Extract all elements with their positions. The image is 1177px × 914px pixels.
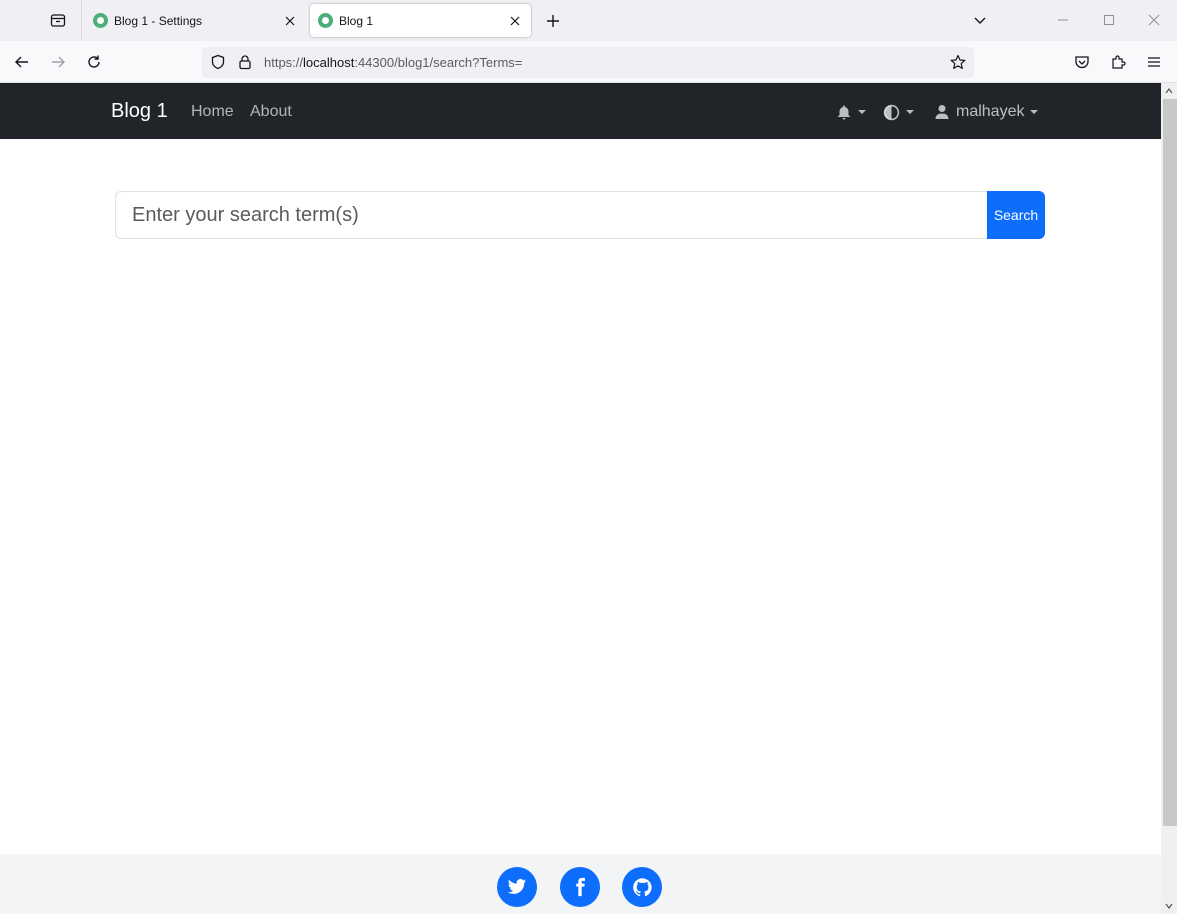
window-close-icon[interactable]: [1142, 8, 1166, 32]
hamburger-menu-icon[interactable]: [1141, 49, 1167, 75]
blog-favicon-icon: [318, 13, 333, 28]
notifications-dropdown[interactable]: [836, 101, 866, 123]
browser-tabstrip: Blog 1 - Settings Blog 1: [0, 0, 1177, 41]
maximize-icon[interactable]: [1097, 8, 1121, 32]
back-arrow-icon[interactable]: [9, 49, 35, 75]
brand-link[interactable]: Blog 1: [111, 100, 168, 123]
pocket-icon[interactable]: [1069, 49, 1095, 75]
contrast-icon: [883, 104, 900, 120]
user-name: malhayek: [956, 103, 1025, 120]
forward-arrow-icon[interactable]: [45, 49, 71, 75]
new-tab-plus-icon[interactable]: [541, 9, 565, 33]
tab-title: Blog 1: [339, 13, 374, 28]
extensions-icon[interactable]: [1105, 49, 1131, 75]
facebook-icon[interactable]: [560, 867, 600, 907]
tab-title: Blog 1 - Settings: [114, 13, 203, 28]
url-host: localhost: [303, 55, 355, 70]
tab-list-icon[interactable]: [44, 8, 72, 32]
bell-icon: [838, 105, 850, 120]
browser-tab-blog[interactable]: Blog 1: [310, 4, 531, 37]
nav-home-link[interactable]: Home: [191, 103, 234, 121]
page-footer: [0, 854, 1161, 914]
blog-favicon-icon: [93, 13, 108, 28]
scroll-up-arrow-icon[interactable]: [1161, 83, 1177, 99]
github-icon[interactable]: [622, 867, 662, 907]
search-form: Search: [115, 191, 1045, 239]
caret-down-icon: [906, 110, 914, 114]
tab-separator: [81, 0, 82, 41]
user-icon: [935, 105, 949, 119]
close-icon[interactable]: [503, 9, 527, 33]
caret-down-icon: [1030, 110, 1039, 114]
browser-toolbar: https://localhost:44300/blog1/search?Ter…: [0, 41, 1177, 83]
url-text[interactable]: https://localhost:44300/blog1/search?Ter…: [264, 55, 522, 70]
shield-icon[interactable]: [208, 52, 228, 72]
scroll-down-arrow-icon[interactable]: [1161, 898, 1177, 914]
minimize-icon[interactable]: [1051, 8, 1075, 32]
vertical-scrollbar[interactable]: [1161, 83, 1177, 914]
user-dropdown[interactable]: malhayek: [934, 101, 1039, 123]
nav-about-link[interactable]: About: [250, 103, 292, 121]
site-navbar: Blog 1 Home About malhayek: [0, 83, 1161, 139]
bookmark-star-icon[interactable]: [948, 52, 968, 72]
search-input[interactable]: [115, 191, 987, 239]
url-path: :44300/blog1/search?Terms=: [354, 55, 523, 70]
scrollbar-thumb[interactable]: [1163, 99, 1177, 826]
url-scheme: https://: [264, 55, 304, 70]
twitter-icon[interactable]: [497, 867, 537, 907]
reload-icon[interactable]: [81, 49, 107, 75]
theme-dropdown[interactable]: [883, 101, 914, 123]
search-button[interactable]: Search: [987, 191, 1045, 239]
address-bar[interactable]: https://localhost:44300/blog1/search?Ter…: [202, 47, 974, 78]
browser-tab-settings[interactable]: Blog 1 - Settings: [84, 4, 306, 37]
page-viewport: Blog 1 Home About malhayek Search: [0, 83, 1161, 914]
close-icon[interactable]: [278, 9, 302, 33]
caret-down-icon: [858, 110, 866, 114]
chevron-down-icon[interactable]: [968, 8, 992, 32]
lock-icon[interactable]: [235, 52, 255, 72]
